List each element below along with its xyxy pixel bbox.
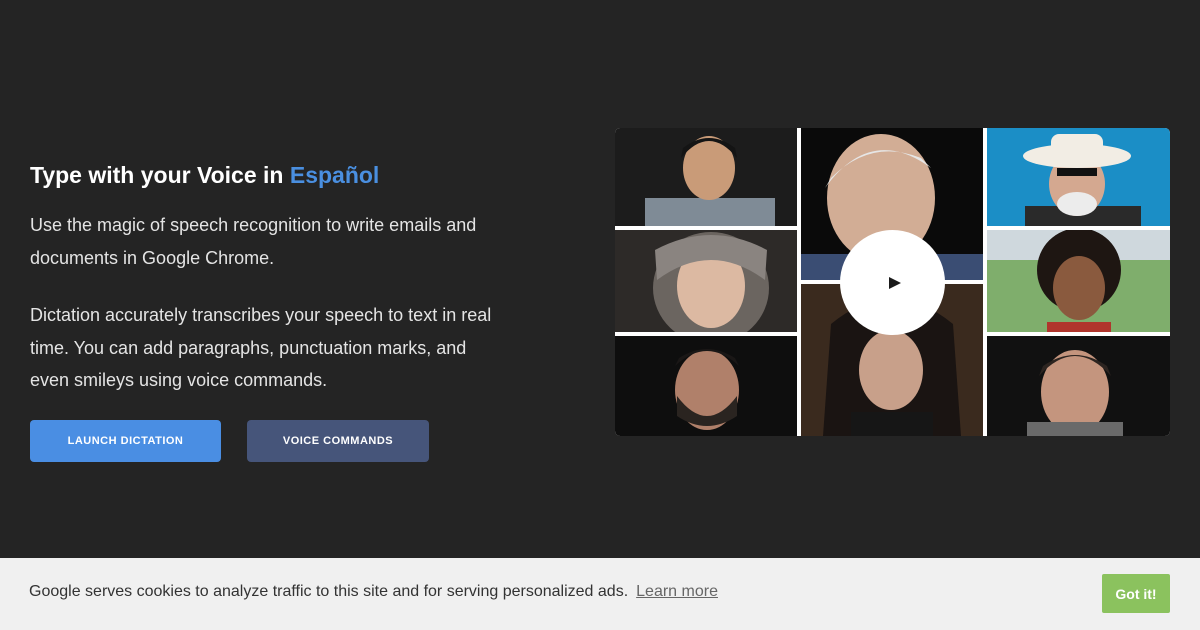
cookie-message: Google serves cookies to analyze traffic… xyxy=(29,583,629,600)
cookie-message-line: Google serves cookies to analyze traffic… xyxy=(29,583,718,601)
portrait-young-man xyxy=(615,128,797,226)
intro-paragraph: Use the magic of speech recognition to w… xyxy=(30,215,477,268)
cookie-banner: Google serves cookies to analyze traffic… xyxy=(0,558,1200,630)
portrait-woman-headscarf xyxy=(615,230,797,332)
portrait-man-short-hair xyxy=(987,336,1170,436)
portrait-man-cowboy-hat xyxy=(987,128,1170,226)
headline-language: Español xyxy=(289,162,380,188)
play-icon xyxy=(888,276,901,289)
learn-more-link[interactable]: Learn more xyxy=(636,583,718,600)
launch-dictation-button[interactable]: LAUNCH DICTATION xyxy=(30,420,221,462)
portrait-woman-curly-hair xyxy=(987,230,1170,332)
hero-text: Type with your Voice in Español Use the … xyxy=(30,158,510,397)
portrait-smiling-bearded-man xyxy=(615,336,797,436)
description-paragraph: Dictation accurately transcribes your sp… xyxy=(30,305,492,390)
voice-commands-button[interactable]: VOICE COMMANDS xyxy=(247,420,429,462)
hero-section: Type with your Voice in Español Use the … xyxy=(0,0,1200,558)
page-title: Type with your Voice in Español xyxy=(30,158,510,192)
headline-prefix: Type with your Voice in xyxy=(30,162,290,188)
play-button[interactable] xyxy=(840,230,945,335)
cookie-accept-button[interactable]: Got it! xyxy=(1102,574,1170,613)
